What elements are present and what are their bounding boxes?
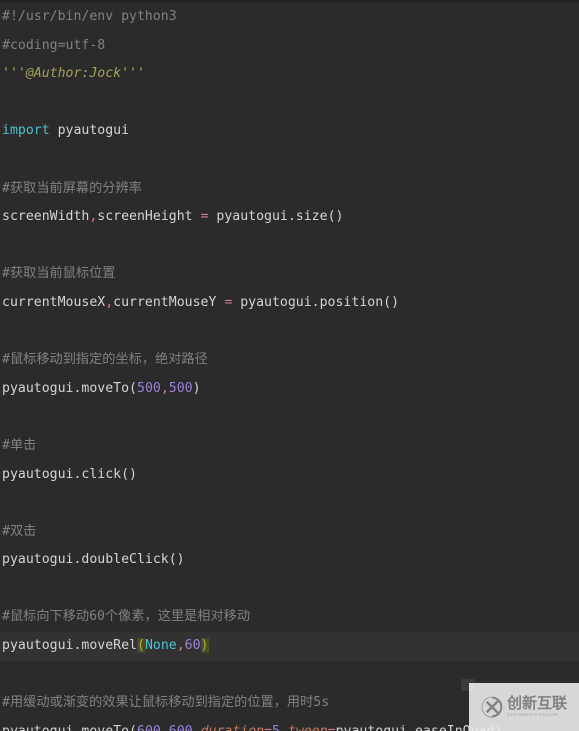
code-token: () [327, 209, 344, 225]
code-line[interactable]: #鼠标移动到指定的坐标，绝对路径 [0, 346, 579, 375]
watermark-badge: 创新互联 CHUANGXIN HULIAN [469, 683, 579, 731]
code-token: ( [129, 724, 137, 731]
code-token: ( [129, 380, 137, 396]
code-line[interactable]: currentMouseX,currentMouseY = pyautogui.… [0, 289, 579, 318]
code-content[interactable]: #!/usr/bin/env python3 #coding=utf-8 '''@A… [0, 3, 579, 731]
code-token: duration [201, 724, 265, 731]
code-line[interactable]: #获取当前鼠标位置 [0, 260, 579, 289]
code-token: screenHeight [97, 209, 201, 225]
code-token: pyautogui.moveTo [2, 724, 129, 731]
code-token: 5 [272, 724, 280, 731]
code-token: 600 [169, 724, 193, 731]
code-token: pyautogui.position [232, 294, 384, 310]
code-line[interactable] [0, 489, 579, 518]
code-line[interactable]: pyautogui.moveTo(500,500) [0, 375, 579, 404]
watermark-brand-cn: 创新互联 [506, 694, 567, 713]
code-token: #获取当前屏幕的分辨率 [2, 180, 142, 196]
code-token: 500 [168, 380, 193, 396]
code-token: pyautogui.moveTo [2, 380, 130, 396]
code-token: () [121, 466, 137, 482]
code-token: ( [136, 638, 145, 654]
code-token: import [2, 123, 50, 139]
code-line[interactable]: pyautogui.click() [0, 461, 579, 490]
code-token: 600 [137, 724, 161, 731]
code-token: #鼠标向下移动60个像素，这里是相对移动 [2, 609, 251, 625]
code-token: #获取当前鼠标位置 [2, 266, 116, 282]
code-token: tween [288, 724, 328, 731]
code-token: () [383, 294, 400, 310]
code-token: currentMouseY [113, 294, 225, 310]
code-token: screenWidth [2, 209, 90, 225]
code-token: , [280, 724, 288, 731]
code-token: pyautogui [49, 123, 130, 139]
code-line[interactable] [0, 403, 579, 432]
code-token: ) [192, 380, 201, 396]
brand-logo-icon [481, 696, 503, 718]
code-token: 500 [137, 380, 161, 396]
code-token: , [176, 638, 185, 654]
code-token: pyautogui.moveRel [2, 638, 137, 654]
code-token: = [264, 724, 272, 731]
watermark-brand-en: CHUANGXIN HULIAN [506, 712, 558, 718]
code-line[interactable]: #coding=utf-8 [0, 32, 579, 61]
code-line[interactable] [0, 318, 579, 347]
code-line[interactable]: screenWidth,screenHeight = pyautogui.siz… [0, 203, 579, 232]
code-token: 60 [184, 638, 201, 654]
code-line[interactable] [0, 89, 579, 118]
code-line[interactable]: #单击 [0, 432, 579, 461]
code-line[interactable]: pyautogui.moveRel(None,60) [0, 632, 579, 661]
code-token: ) [200, 638, 209, 654]
code-line[interactable]: pyautogui.doubleClick() [0, 546, 579, 575]
code-token: pyautogui.click [2, 466, 122, 482]
code-token: #单击 [2, 437, 37, 453]
code-token: , [105, 294, 114, 310]
code-token: #!/usr/bin/env python3 [2, 9, 177, 24]
code-line[interactable]: '''@Author:Jock''' [0, 60, 579, 89]
code-line[interactable]: #获取当前屏幕的分辨率 [0, 175, 579, 204]
code-token: #双击 [2, 523, 37, 539]
code-token: pyautogui.size [208, 209, 328, 225]
code-token: None [144, 638, 177, 654]
code-token: , [160, 380, 169, 396]
code-line[interactable]: import pyautogui [0, 117, 579, 146]
code-token: () [168, 552, 185, 568]
code-line[interactable]: #双击 [0, 518, 579, 547]
code-token: #鼠标移动到指定的坐标，绝对路径 [2, 352, 208, 368]
code-token: = [328, 724, 336, 731]
code-token: , [193, 724, 201, 731]
code-line[interactable] [0, 146, 579, 175]
code-line[interactable]: #!/usr/bin/env python3 [0, 3, 579, 32]
code-editor-window: #!/usr/bin/env python3 #coding=utf-8 '''@A… [0, 0, 579, 731]
code-token: , [161, 724, 169, 731]
code-token: '''@Author:Jock''' [2, 66, 145, 82]
code-token: #用缓动或渐变的效果让鼠标移动到指定的位置，用时5s [2, 695, 330, 711]
code-token: currentMouseX [2, 294, 106, 310]
code-token: pyautogui.doubleClick [2, 552, 169, 568]
code-line[interactable] [0, 232, 579, 261]
code-token: #coding=utf-8 [2, 37, 106, 53]
code-line[interactable]: #鼠标向下移动60个像素，这里是相对移动 [0, 603, 579, 632]
watermark-text-group: 创新互联 CHUANGXIN HULIAN [507, 696, 567, 717]
code-line[interactable] [0, 575, 579, 604]
